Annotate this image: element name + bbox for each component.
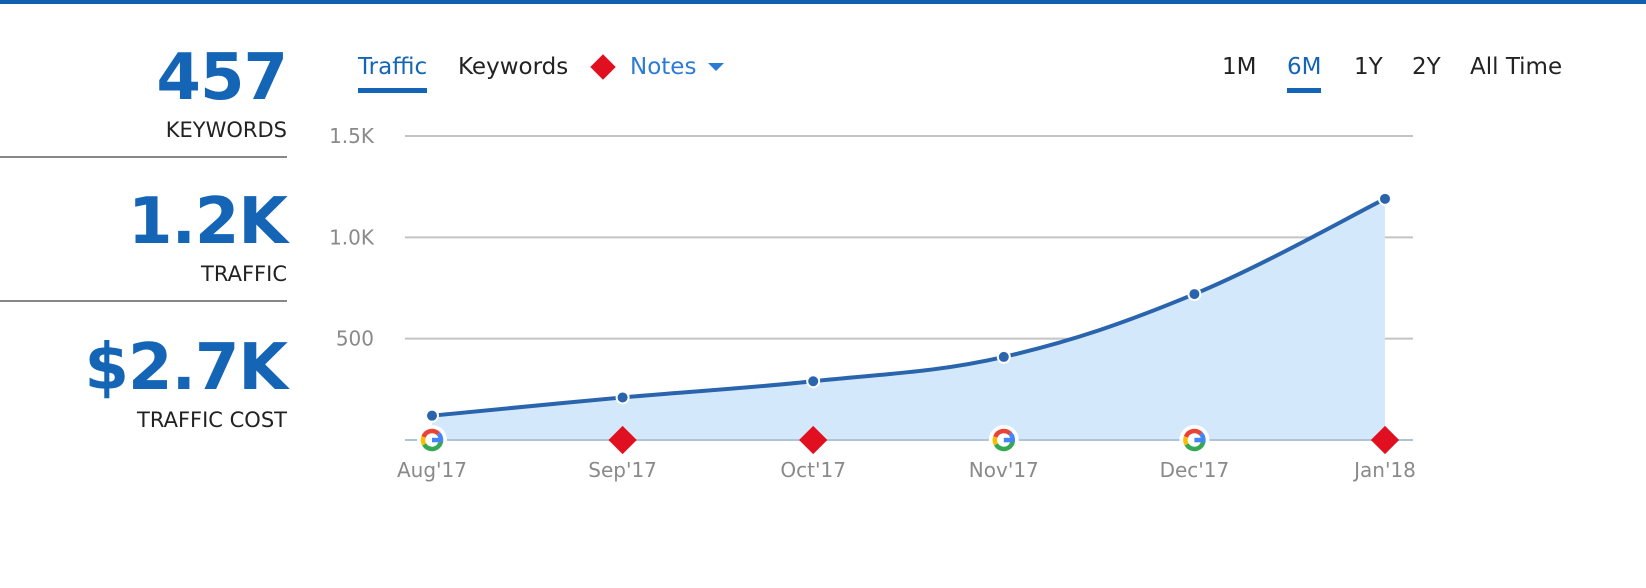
- google-update-icon[interactable]: [1179, 425, 1210, 455]
- data-point-Jan'18: [1378, 191, 1392, 206]
- y-tick-label: 500: [336, 327, 374, 351]
- x-tick-label: Dec'17: [1160, 458, 1230, 482]
- google-update-icon[interactable]: [417, 425, 447, 455]
- x-tick-label: Jan'18: [1352, 458, 1416, 482]
- x-tick-label: Oct'17: [780, 458, 846, 482]
- google-update-icon[interactable]: [988, 425, 1019, 455]
- y-tick-label: 1.5K: [329, 124, 375, 148]
- x-tick-label: Nov'17: [969, 458, 1039, 482]
- x-tick-label: Aug'17: [397, 458, 467, 482]
- data-point-Dec'17: [1187, 287, 1202, 302]
- data-point-Nov'17: [996, 349, 1011, 364]
- data-point-Sep'17: [615, 390, 630, 405]
- traffic-chart: 500 1.0K 1.5K Aug'17 Sep'17 Oct'17 Nov'17 Dec'1…: [329, 124, 1416, 482]
- y-tick-label: 1.0K: [329, 225, 375, 249]
- x-tick-label: Sep'17: [588, 458, 657, 482]
- data-point-Aug'17: [425, 408, 439, 423]
- data-point-Oct'17: [806, 374, 821, 389]
